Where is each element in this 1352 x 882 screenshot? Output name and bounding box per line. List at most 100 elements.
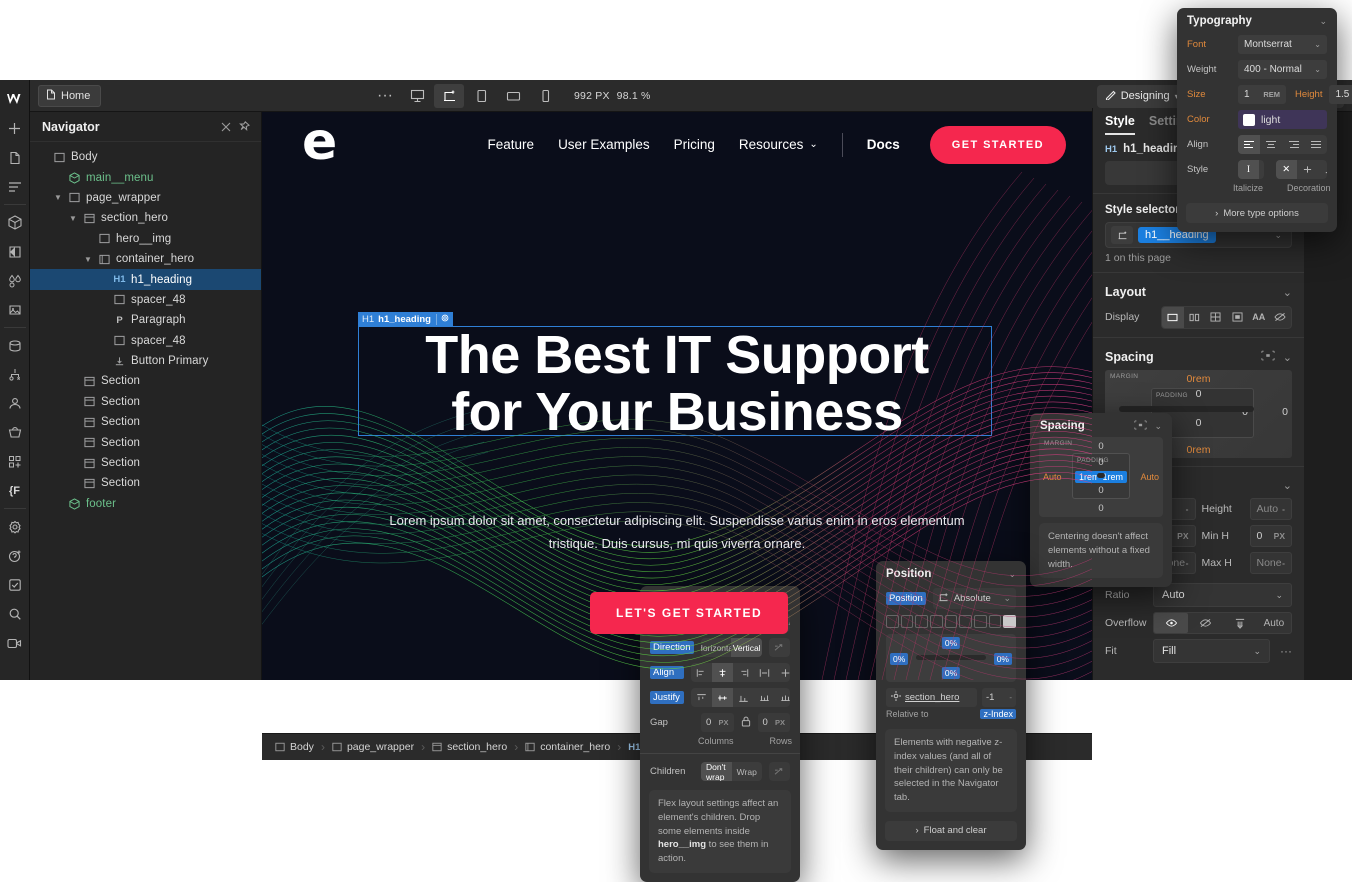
spacing-float-bar[interactable] xyxy=(1097,473,1105,478)
assets-icon[interactable] xyxy=(0,295,30,324)
float-and-clear-button[interactable]: › Float and clear xyxy=(885,820,1017,841)
breadcrumb-item-body[interactable]: Body xyxy=(268,738,321,757)
chevron-down-icon[interactable]: ⌄ xyxy=(1154,421,1162,432)
style-selector-icon[interactable] xyxy=(0,237,30,266)
italic-icon[interactable]: I xyxy=(1259,160,1264,179)
display-inline-icon[interactable]: AA xyxy=(1248,307,1270,328)
navigator-item-spacer-48[interactable]: spacer_48 xyxy=(30,331,261,351)
align-center-icon[interactable] xyxy=(1260,135,1282,154)
viewport-desktop-icon[interactable] xyxy=(402,84,432,108)
display-inline-block-icon[interactable] xyxy=(1227,307,1249,328)
designing-mode-dropdown[interactable]: Designing ▾ xyxy=(1096,84,1187,108)
chevron-down-icon[interactable]: ⌄ xyxy=(1283,351,1292,364)
viewport-base-icon[interactable] xyxy=(434,84,464,108)
underline-icon[interactable] xyxy=(1318,160,1327,179)
apps-add-icon[interactable] xyxy=(0,447,30,476)
relative-target-field[interactable]: section_hero xyxy=(886,688,977,707)
display-block-icon[interactable] xyxy=(1162,306,1184,328)
navigator-item-section[interactable]: Section xyxy=(30,473,261,493)
site-nav-link-docs[interactable]: Docs xyxy=(867,137,900,152)
z-index-field[interactable]: -1 - xyxy=(982,688,1016,707)
align-left-icon[interactable] xyxy=(1238,135,1261,154)
spacing-mode-icon[interactable] xyxy=(1134,420,1148,432)
chevron-down-icon[interactable]: ⌄ xyxy=(1283,479,1292,492)
float-margin-right[interactable]: Auto xyxy=(1140,472,1159,482)
pin-icon[interactable] xyxy=(235,118,253,136)
hero-heading[interactable]: The Best IT Support for Your Business xyxy=(262,327,1092,440)
navigator-item-container-hero[interactable]: ▼ container_hero xyxy=(30,249,261,269)
overflow-scroll-icon[interactable] xyxy=(1223,613,1257,633)
variables-icon[interactable] xyxy=(0,266,30,295)
navigator-item-spacer-48[interactable]: spacer_48 xyxy=(30,290,261,310)
align-justify-icon[interactable] xyxy=(1305,135,1327,154)
tab-style[interactable]: Style xyxy=(1105,114,1135,135)
min-height-field[interactable]: 0 PX xyxy=(1249,525,1292,547)
justify-space-around-icon[interactable] xyxy=(775,688,790,707)
gap-lock-icon[interactable] xyxy=(741,716,751,730)
code-brace-icon[interactable]: {F xyxy=(0,476,30,505)
chevron-down-icon[interactable]: ▼ xyxy=(83,255,93,264)
site-nav-link-pricing[interactable]: Pricing xyxy=(674,137,715,152)
chevron-down-icon[interactable]: ▼ xyxy=(68,214,78,223)
float-padding-top[interactable]: 0 xyxy=(1098,457,1103,468)
add-element-icon[interactable] xyxy=(0,114,30,143)
padding-bottom-value[interactable]: 0 xyxy=(1196,417,1202,429)
display-flex-icon[interactable] xyxy=(1184,307,1206,328)
viewport-mobile-landscape-icon[interactable] xyxy=(498,84,528,108)
navigator-item-body[interactable]: Body xyxy=(30,147,261,167)
height-field[interactable]: Auto - xyxy=(1249,498,1292,520)
more-type-options-button[interactable]: › More type options xyxy=(1186,203,1328,223)
float-padding-bottom[interactable]: 0 xyxy=(1098,485,1103,496)
font-field[interactable]: Montserrat ⌄ xyxy=(1238,35,1327,54)
spacing-mode-icon[interactable] xyxy=(1261,350,1275,364)
max-height-field[interactable]: None - xyxy=(1249,552,1292,574)
overflow-hidden-icon[interactable] xyxy=(1188,613,1222,633)
breadcrumb-item-section-hero[interactable]: section_hero xyxy=(425,738,514,757)
viewport-mobile-icon[interactable] xyxy=(530,84,560,108)
align-right-icon[interactable] xyxy=(1283,135,1305,154)
home-tab[interactable]: Home xyxy=(38,84,102,107)
site-nav-link-user-examples[interactable]: User Examples xyxy=(558,137,650,152)
gap-rows-field[interactable]: 0 PX xyxy=(757,713,790,732)
margin-right-value[interactable]: 0 xyxy=(1282,406,1288,418)
search-icon[interactable] xyxy=(0,599,30,628)
hero-cta-button[interactable]: LET'S GET STARTED xyxy=(590,592,789,634)
justify-end-icon[interactable] xyxy=(733,688,754,707)
navigator-icon[interactable] xyxy=(0,172,30,201)
strikethrough-icon[interactable] xyxy=(1297,160,1318,179)
webflow-logo-icon[interactable] xyxy=(0,84,30,114)
navigator-item-footer[interactable]: footer xyxy=(30,494,261,514)
decoration-none-icon[interactable]: ✕ xyxy=(1275,160,1297,179)
overflow-visible-icon[interactable] xyxy=(1154,613,1189,633)
padding-top-value[interactable]: 0 xyxy=(1196,388,1202,400)
font-size-field[interactable]: 1 REM xyxy=(1238,85,1286,104)
ecommerce-icon[interactable] xyxy=(0,418,30,447)
breadcrumb-item-container-hero[interactable]: container_hero xyxy=(518,738,617,757)
float-margin-top[interactable]: 0 xyxy=(1098,441,1103,452)
audit-checkbox-icon[interactable] xyxy=(0,570,30,599)
navigator-item-paragraph[interactable]: P Paragraph xyxy=(30,310,261,330)
navigator-item-hero-img[interactable]: hero__img xyxy=(30,229,261,249)
line-height-field[interactable]: 1.5 - xyxy=(1329,85,1352,104)
justify-center-icon[interactable] xyxy=(712,688,733,707)
viewport-tablet-icon[interactable] xyxy=(466,84,496,108)
site-nav-link-resources[interactable]: Resources ⌄ xyxy=(739,137,818,152)
color-field[interactable]: light xyxy=(1238,110,1327,129)
navigator-item-section[interactable]: Section xyxy=(30,412,261,432)
chevron-down-icon[interactable]: ⌄ xyxy=(1319,16,1327,27)
justify-start-icon[interactable] xyxy=(691,688,712,707)
navigator-item-h1-heading[interactable]: H1 h1_heading xyxy=(30,269,261,290)
spacing-inner-bar[interactable] xyxy=(1119,406,1254,412)
ellipsis-icon[interactable]: ··· xyxy=(370,84,400,108)
close-icon[interactable] xyxy=(217,118,235,136)
chevron-down-icon[interactable]: ▼ xyxy=(53,193,63,202)
display-none-icon[interactable] xyxy=(1270,307,1292,328)
float-margin-bottom[interactable]: 0 xyxy=(1098,503,1103,514)
navigator-item-section-hero[interactable]: ▼ section_hero xyxy=(30,208,261,228)
settings-gear-icon[interactable] xyxy=(0,512,30,541)
video-tutorials-icon[interactable] xyxy=(0,628,30,657)
hero-paragraph[interactable]: Lorem ipsum dolor sit amet, consectetur … xyxy=(377,510,977,556)
site-logo-icon[interactable]: e xyxy=(302,116,348,170)
components-icon[interactable] xyxy=(0,208,30,237)
children-dontwrap-button[interactable]: Don't wrap xyxy=(701,762,732,781)
